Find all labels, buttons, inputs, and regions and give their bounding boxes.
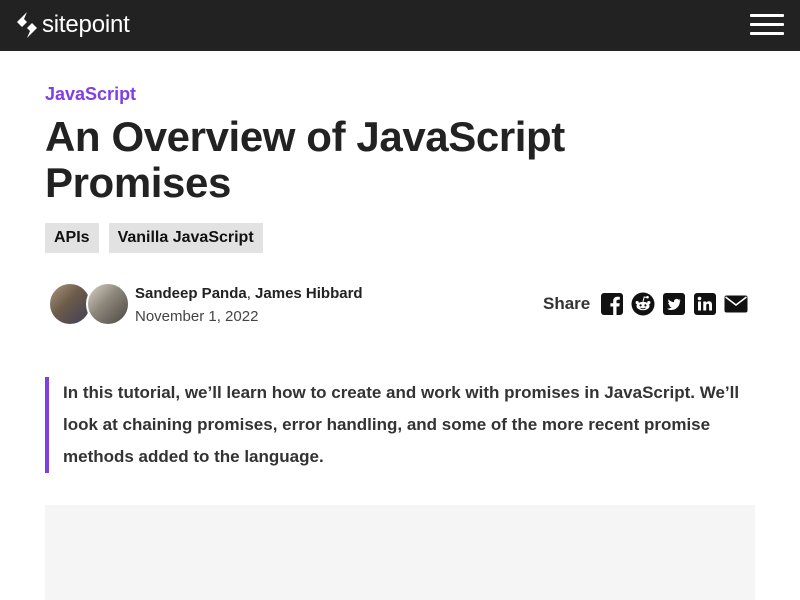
linkedin-icon[interactable] xyxy=(693,292,717,316)
author-separator: , xyxy=(246,285,251,302)
author-link-sandeep-panda[interactable]: Sandeep Panda xyxy=(135,285,247,302)
article-intro: In this tutorial, we’ll learn how to cre… xyxy=(45,377,755,473)
email-icon[interactable] xyxy=(724,292,748,316)
menu-line xyxy=(750,32,784,35)
article-intro-text: In this tutorial, we’ll learn how to cre… xyxy=(63,383,740,466)
menu-line xyxy=(750,14,784,17)
tag-list: APIs Vanilla JavaScript xyxy=(45,223,273,253)
author-avatars xyxy=(48,282,130,326)
tag-vanilla-javascript[interactable]: Vanilla JavaScript xyxy=(108,223,263,253)
sitepoint-logo-link[interactable]: sitepoint xyxy=(14,11,130,39)
hamburger-menu-icon[interactable] xyxy=(748,12,786,38)
sitepoint-logo-icon xyxy=(17,12,37,38)
article-title: An Overview of JavaScript Promises xyxy=(45,113,565,206)
twitter-icon[interactable] xyxy=(662,292,686,316)
article-category-link[interactable]: JavaScript xyxy=(45,84,136,105)
avatar-james-hibbard[interactable] xyxy=(86,282,130,326)
tag-apis[interactable]: APIs xyxy=(45,223,99,253)
logo-text: sitepoint xyxy=(42,11,130,38)
author-byline: Sandeep Panda, James Hibbard xyxy=(135,285,363,302)
author-link-james-hibbard[interactable]: James Hibbard xyxy=(255,285,363,302)
media-placeholder xyxy=(45,505,755,600)
share-label: Share xyxy=(543,294,591,313)
menu-line xyxy=(750,23,784,26)
reddit-icon[interactable] xyxy=(631,292,655,316)
share-bar: Share xyxy=(543,292,748,316)
publish-date: November 1, 2022 xyxy=(135,308,259,325)
top-navigation-bar: sitepoint xyxy=(0,0,800,51)
facebook-icon[interactable] xyxy=(600,292,624,316)
